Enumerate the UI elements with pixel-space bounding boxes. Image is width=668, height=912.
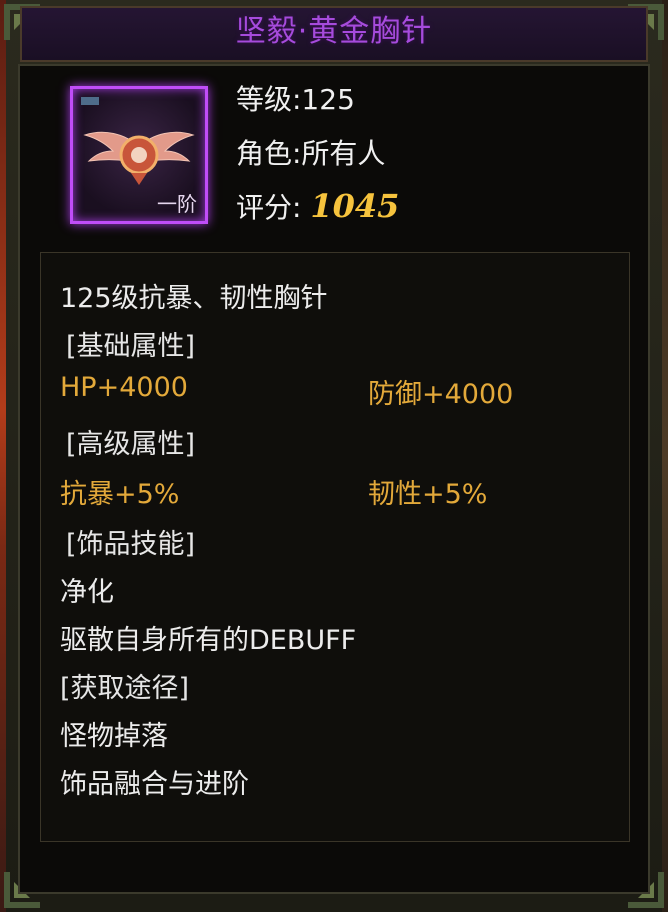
score-value: 1045 (310, 187, 400, 225)
skill-name: 净化 (60, 577, 114, 608)
item-title: 坚毅·黄金胸针 (235, 14, 433, 49)
basic-attributes-header: [基础属性] (66, 331, 196, 362)
right-edge-decoration (662, 0, 668, 912)
attr-toughness: 韧性+5% (368, 479, 488, 510)
skill-description: 驱散自身所有的DEBUFF (60, 625, 357, 656)
attr-crit-resist: 抗暴+5% (60, 479, 180, 510)
attr-defense: 防御+4000 (368, 379, 514, 410)
advanced-attributes-header: [高级属性] (66, 429, 196, 460)
skill-header: [饰品技能] (66, 529, 196, 560)
source-item-2: 饰品融合与进阶 (60, 769, 249, 800)
item-icon-slot[interactable]: 一阶 (70, 86, 208, 224)
level-stat: 等级:125 (236, 83, 355, 116)
attr-hp: HP+4000 (60, 372, 188, 403)
source-header: [获取途径] (60, 673, 190, 704)
item-summary: 125级抗暴、韧性胸针 (60, 283, 328, 314)
role-stat: 角色:所有人 (236, 137, 386, 170)
score-stat: 评分: 1045 (236, 186, 399, 226)
tier-label: 一阶 (157, 192, 197, 216)
left-edge-decoration (0, 0, 6, 912)
source-item-1: 怪物掉落 (60, 721, 168, 752)
score-label: 评分: (236, 191, 302, 224)
